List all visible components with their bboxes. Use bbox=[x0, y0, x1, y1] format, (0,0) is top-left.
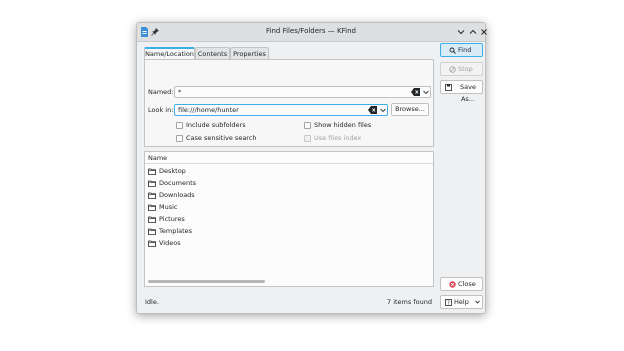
save-icon bbox=[445, 84, 452, 91]
search-icon bbox=[449, 47, 456, 54]
title-bar[interactable]: Find Files/Folders — KFind bbox=[137, 23, 487, 42]
find-label: Find bbox=[458, 46, 472, 54]
save-as-label: Save As... bbox=[460, 83, 476, 103]
folder-icon bbox=[148, 180, 156, 187]
stop-icon bbox=[449, 66, 456, 73]
status-text: Idle. bbox=[145, 298, 159, 306]
list-item-label: Documents bbox=[159, 179, 197, 187]
chevron-down-icon bbox=[380, 108, 386, 113]
folder-icon bbox=[148, 168, 156, 175]
folder-icon bbox=[148, 228, 156, 235]
list-item-label: Pictures bbox=[159, 215, 185, 223]
kfind-window: Find Files/Folders — KFind Name/Location… bbox=[136, 22, 487, 314]
list-item[interactable]: Templates bbox=[148, 226, 428, 237]
named-dropdown-button[interactable] bbox=[422, 87, 430, 97]
list-item[interactable]: Desktop bbox=[148, 166, 428, 177]
browse-button[interactable]: Browse... bbox=[391, 103, 429, 116]
close-window-button[interactable] bbox=[478, 26, 490, 38]
named-label: Named: bbox=[148, 88, 174, 96]
folder-icon bbox=[148, 192, 156, 199]
svg-text:?: ? bbox=[447, 301, 450, 306]
case-sensitive-checkbox[interactable] bbox=[176, 135, 183, 142]
include-subfolders-checkbox[interactable] bbox=[176, 122, 183, 129]
help-button[interactable]: ? Help bbox=[440, 295, 483, 309]
named-value: * bbox=[178, 88, 182, 96]
tab-properties[interactable]: Properties bbox=[230, 47, 269, 59]
folder-icon bbox=[148, 204, 156, 211]
close-button[interactable]: Close bbox=[440, 277, 483, 291]
list-item-label: Downloads bbox=[159, 191, 195, 199]
folder-icon bbox=[148, 216, 156, 223]
close-icon bbox=[449, 281, 456, 288]
lookin-value: file:///home/hunter bbox=[178, 106, 239, 114]
chevron-down-icon bbox=[475, 300, 480, 304]
include-subfolders-label: Include subfolders bbox=[186, 121, 246, 129]
find-button[interactable]: Find bbox=[440, 43, 483, 57]
results-list[interactable]: Name Desktop Documents Downloads Music Pictu… bbox=[144, 151, 434, 287]
list-item-label: Videos bbox=[159, 239, 181, 247]
close-label: Close bbox=[458, 280, 476, 288]
stop-label: Stop bbox=[458, 65, 473, 73]
list-item[interactable]: Videos bbox=[148, 238, 428, 249]
list-item-label: Music bbox=[159, 203, 178, 211]
clear-text-icon[interactable] bbox=[368, 106, 377, 114]
list-item[interactable]: Music bbox=[148, 202, 428, 213]
clear-text-icon[interactable] bbox=[411, 88, 420, 96]
list-item-label: Templates bbox=[159, 227, 193, 235]
name-location-panel: Named: * Look in: file:///home/hunter Br… bbox=[144, 59, 434, 147]
show-hidden-checkbox[interactable] bbox=[304, 122, 311, 129]
save-as-button[interactable]: Save As... bbox=[440, 80, 483, 103]
folder-icon bbox=[148, 240, 156, 247]
lookin-input[interactable]: file:///home/hunter bbox=[174, 104, 388, 116]
minimize-button[interactable] bbox=[455, 26, 467, 38]
list-item-label: Desktop bbox=[159, 167, 186, 175]
window-title: Find Files/Folders — KFind bbox=[266, 27, 356, 35]
stop-button[interactable]: Stop bbox=[440, 62, 483, 76]
tab-contents[interactable]: Contents bbox=[195, 47, 230, 59]
use-index-checkbox[interactable] bbox=[304, 135, 311, 142]
list-item[interactable]: Pictures bbox=[148, 214, 428, 225]
horizontal-scrollbar[interactable] bbox=[148, 280, 265, 283]
chevron-down-icon bbox=[423, 90, 429, 95]
case-sensitive-label: Case sensitive search bbox=[186, 134, 257, 142]
named-input[interactable]: * bbox=[174, 86, 431, 98]
chevron-down-icon bbox=[457, 30, 465, 35]
show-hidden-label: Show hidden files bbox=[314, 121, 372, 129]
tab-name-location[interactable]: Name/Location bbox=[144, 47, 195, 59]
help-icon: ? bbox=[445, 299, 452, 306]
name-column-header[interactable]: Name bbox=[145, 152, 433, 164]
list-item[interactable]: Downloads bbox=[148, 190, 428, 201]
list-item[interactable]: Documents bbox=[148, 178, 428, 189]
items-found-count: 7 items found bbox=[387, 298, 432, 306]
lookin-dropdown-button[interactable] bbox=[379, 105, 387, 115]
help-label: Help bbox=[454, 298, 469, 306]
use-index-label: Use files index bbox=[314, 134, 362, 142]
close-icon bbox=[481, 29, 487, 35]
lookin-label: Look in: bbox=[148, 106, 174, 114]
